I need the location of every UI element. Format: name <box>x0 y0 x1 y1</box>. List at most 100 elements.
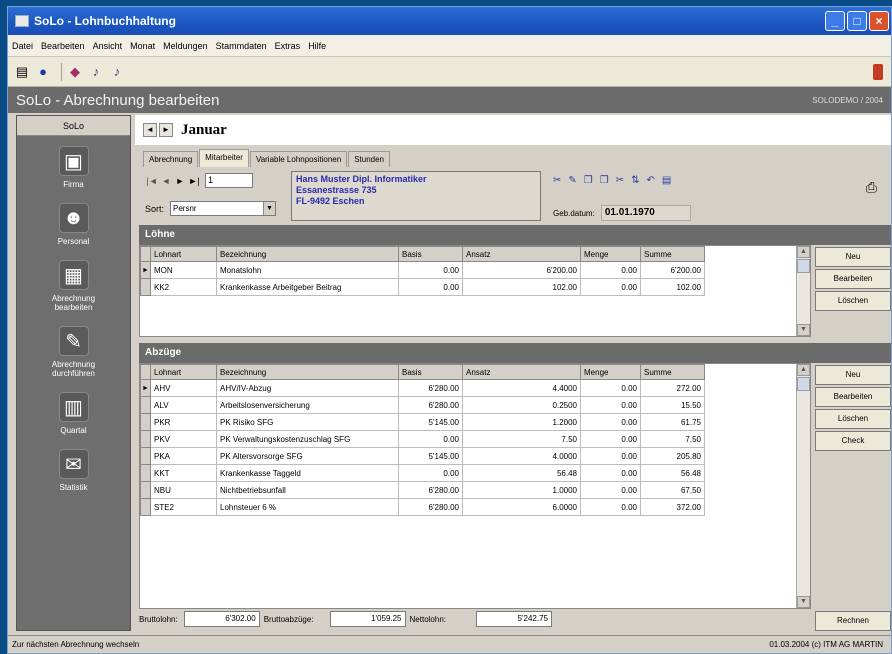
tab-mitarbeiter[interactable]: Mitarbeiter <box>199 149 249 167</box>
cut-icon[interactable]: ✂ <box>616 175 624 186</box>
column-header[interactable] <box>140 246 151 262</box>
loehne-row[interactable]: ► MON Monatslohn 0.00 6'200.00 0.00 6'200.00 <box>140 261 705 279</box>
sidebar-item-abrechnung-bearbeiten[interactable]: ▦ Abrechnung bearbeiten <box>17 260 130 312</box>
menu-datei[interactable]: Datei <box>12 41 33 51</box>
column-header[interactable]: Lohnart <box>150 364 217 380</box>
tab-variable-lohnpositionen[interactable]: Variable Lohnpositionen <box>249 151 348 167</box>
notes-icon[interactable]: ▤ <box>662 175 671 186</box>
chevron-down-icon[interactable]: ▼ <box>263 202 276 215</box>
menu-extras[interactable]: Extras <box>275 41 301 51</box>
abzuege-new-button[interactable]: Neu <box>815 365 891 385</box>
run-payroll-icon: ✎ <box>58 326 89 356</box>
abzuege-row[interactable]: PKV PK Verwaltungskostenzuschlag SFG 0.00 7… <box>140 430 705 448</box>
row-selector[interactable] <box>140 278 151 296</box>
row-selector[interactable] <box>140 430 151 448</box>
calculate-button[interactable]: Rechnen <box>815 611 891 631</box>
undo-icon[interactable]: ↶ <box>647 175 655 186</box>
loehne-delete-button[interactable]: Löschen <box>815 291 891 311</box>
menu-hilfe[interactable]: Hilfe <box>308 41 326 51</box>
abzuege-scrollbar[interactable]: ▲ ▼ <box>796 364 810 608</box>
column-header[interactable]: Summe <box>640 364 705 380</box>
row-selector[interactable] <box>140 396 151 414</box>
copy-icon[interactable]: ❐ <box>584 175 593 186</box>
row-selector[interactable] <box>140 498 151 516</box>
record-number-field[interactable]: 1 <box>205 173 253 188</box>
menu-monat[interactable]: Monat <box>130 41 155 51</box>
first-record-button[interactable]: |◄ <box>145 176 159 186</box>
paste-icon[interactable]: ❐ <box>600 175 609 186</box>
abzuege-row[interactable]: ALV Arbeitslosenversicherung 6'280.00 0.250… <box>140 396 705 414</box>
menu-ansicht[interactable]: Ansicht <box>93 41 123 51</box>
abzuege-check-button[interactable]: Check <box>815 431 891 451</box>
abzuege-cell: STE2 <box>150 498 217 516</box>
filter-icon[interactable]: ✂ <box>553 175 561 186</box>
loehne-row[interactable]: KK2 Krankenkasse Arbeitgeber Beitrag 0.00 1… <box>140 278 705 296</box>
tool-icon[interactable]: ♪ <box>109 64 125 80</box>
column-header[interactable]: Bezeichnung <box>216 364 399 380</box>
column-header[interactable]: Menge <box>580 246 641 262</box>
sidebar-item-abrechnung-durchfuehren[interactable]: ✎ Abrechnung durchführen <box>17 326 130 378</box>
employee-name: Hans Muster Dipl. Informatiker <box>296 174 427 184</box>
abzuege-cell: 6'280.00 <box>398 498 463 516</box>
column-header[interactable]: Summe <box>640 246 705 262</box>
menu-bearbeiten[interactable]: Bearbeiten <box>41 41 85 51</box>
menu-stammdaten[interactable]: Stammdaten <box>216 41 267 51</box>
close-button[interactable]: × <box>869 11 889 31</box>
info-icon[interactable]: ● <box>35 64 51 80</box>
exit-icon[interactable] <box>873 64 883 80</box>
row-selector[interactable] <box>140 464 151 482</box>
column-header[interactable]: Basis <box>398 364 463 380</box>
column-header[interactable]: Ansatz <box>462 246 581 262</box>
prev-month-button[interactable]: ◄ <box>143 123 157 137</box>
sidebar-item-firma[interactable]: ▣ Firma <box>17 146 130 189</box>
sidebar-item-quartal[interactable]: ▥ Quartal <box>17 392 130 435</box>
abzuege-cell: Krankenkasse Taggeld <box>216 464 399 482</box>
abzuege-cell: 0.00 <box>580 498 641 516</box>
abzuege-edit-button[interactable]: Bearbeiten <box>815 387 891 407</box>
loehne-new-button[interactable]: Neu <box>815 247 891 267</box>
save-icon[interactable]: ▤ <box>14 64 30 80</box>
abzuege-row[interactable]: STE2 Lohnsteuer 6 % 6'280.00 6.0000 0.00 372.… <box>140 498 705 516</box>
search-icon[interactable]: ✎ <box>568 175 576 186</box>
row-selector[interactable]: ► <box>140 379 151 397</box>
netto-label: Nettolohn: <box>409 614 446 624</box>
tab-abrechnung[interactable]: Abrechnung <box>143 151 199 167</box>
loehne-cell: Krankenkasse Arbeitgeber Beitrag <box>216 278 399 296</box>
sidebar-item-statistik[interactable]: ✉ Statistik <box>17 449 130 492</box>
column-header[interactable] <box>140 364 151 380</box>
next-month-button[interactable]: ► <box>159 123 173 137</box>
abzuege-row[interactable]: NBU Nichtbetriebsunfall 6'280.00 1.0000 0.00… <box>140 481 705 499</box>
column-header[interactable]: Ansatz <box>462 364 581 380</box>
minimize-button[interactable]: _ <box>825 11 845 31</box>
abzuege-row[interactable]: ► AHV AHV/IV-Abzug 6'280.00 4.4000 0.00 272.00 <box>140 379 705 397</box>
maximize-button[interactable]: □ <box>847 11 867 31</box>
abzuege-delete-button[interactable]: Löschen <box>815 409 891 429</box>
prev-record-button[interactable]: ◄ <box>159 176 173 186</box>
column-header[interactable]: Menge <box>580 364 641 380</box>
birthdate-row: Geb.datum: 01.01.1970 <box>553 205 691 221</box>
sidebar-item-personal[interactable]: ☻ Personal <box>17 203 130 246</box>
row-selector[interactable] <box>140 481 151 499</box>
row-selector[interactable]: ► <box>140 261 151 279</box>
abzuege-row[interactable]: PKR PK Risiko SFG 5'145.00 1.2000 0.00 61.75 <box>140 413 705 431</box>
globe-icon[interactable]: ◆ <box>67 64 83 80</box>
menu-meldungen[interactable]: Meldungen <box>163 41 208 51</box>
next-record-button[interactable]: ► <box>173 176 187 186</box>
column-header[interactable]: Lohnart <box>150 246 217 262</box>
loehne-cell: 0.00 <box>398 261 463 279</box>
sort-icon[interactable]: ⇅ <box>631 175 639 186</box>
printer-icon[interactable]: ⎙ <box>866 179 877 196</box>
wizard-icon[interactable]: ♪ <box>88 64 104 80</box>
sort-select[interactable]: Persnr ▼ <box>170 201 277 216</box>
loehne-scrollbar[interactable]: ▲ ▼ <box>796 246 810 336</box>
abzuege-row[interactable]: KKT Krankenkasse Taggeld 0.00 56.48 0.00 56.4… <box>140 464 705 482</box>
row-selector[interactable] <box>140 413 151 431</box>
last-record-button[interactable]: ►| <box>187 176 201 186</box>
column-header[interactable]: Basis <box>398 246 463 262</box>
loehne-edit-button[interactable]: Bearbeiten <box>815 269 891 289</box>
abzuege-cell: 7.50 <box>462 430 581 448</box>
abzuege-row[interactable]: PKA PK Altersvorsorge SFG 5'145.00 4.0000 0.… <box>140 447 705 465</box>
row-selector[interactable] <box>140 447 151 465</box>
tab-stunden[interactable]: Stunden <box>348 151 391 167</box>
column-header[interactable]: Bezeichnung <box>216 246 399 262</box>
